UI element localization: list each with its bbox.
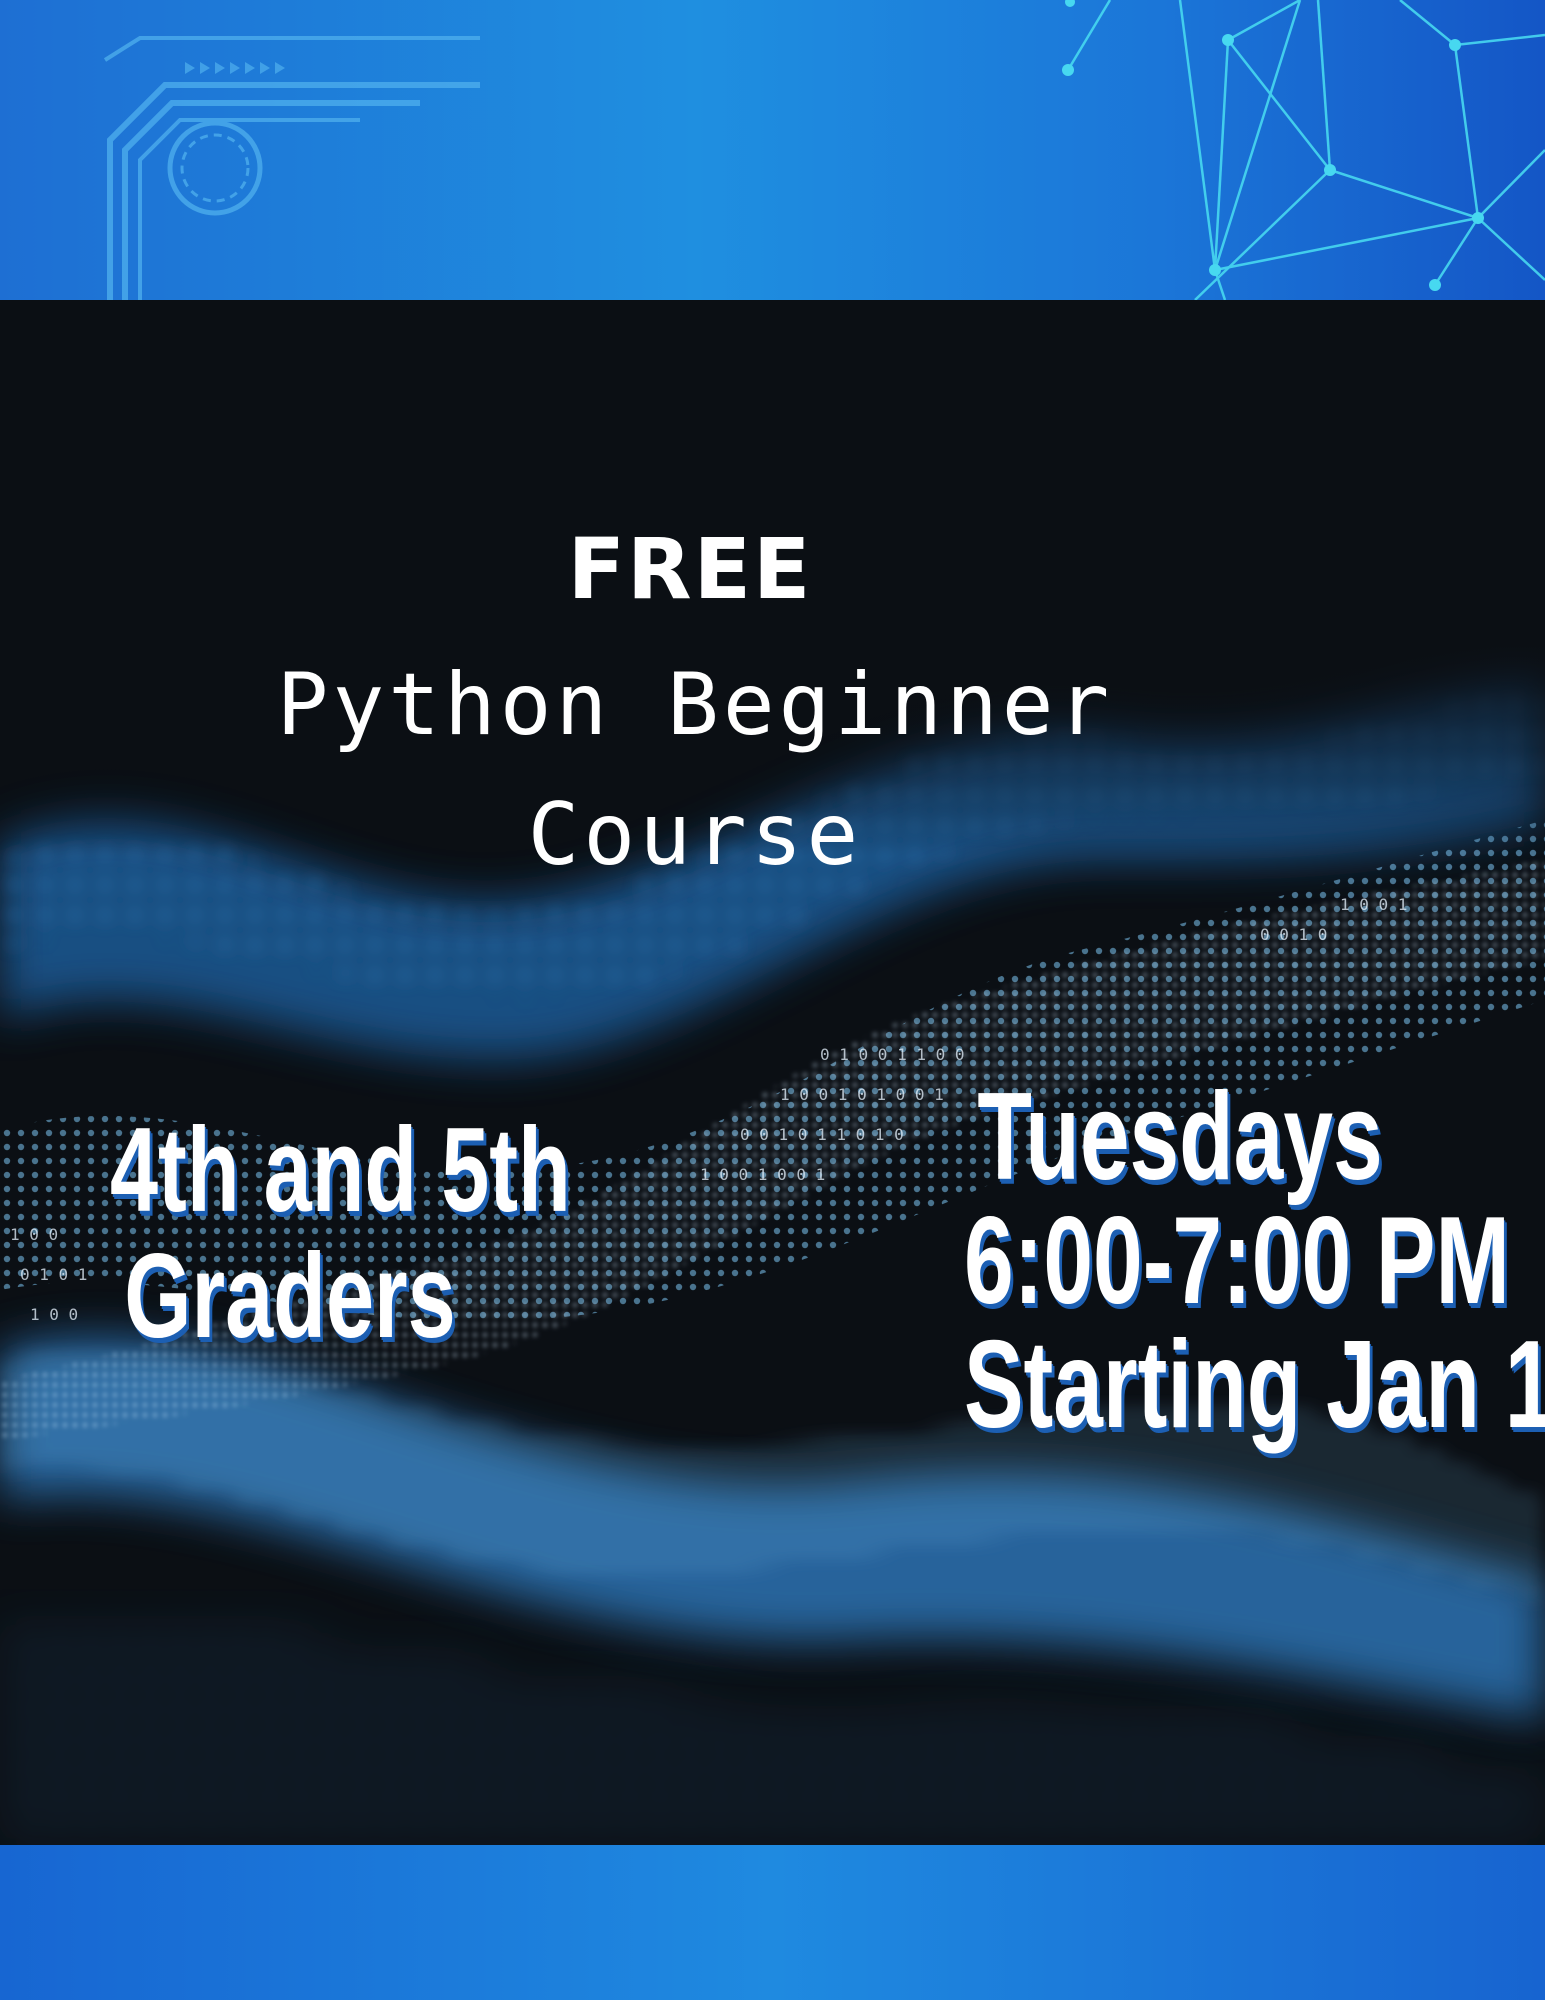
- schedule-start-date: Starting Jan 13: [964, 1316, 1545, 1454]
- free-label: FREE: [567, 520, 813, 618]
- course-title-line-2: Course: [527, 785, 863, 885]
- course-title-line-1: Python Beginner: [276, 655, 1114, 755]
- schedule-day: Tuesdays: [977, 1068, 1383, 1206]
- audience-line-2: Graders: [124, 1229, 456, 1363]
- flyer-page: 0 1 0 0 1 1 0 0 1 0 0 1 0 1 0 0 1 0 0 1 …: [0, 0, 1545, 2000]
- schedule-text: Tuesdays 6:00-7:00 PM Starting Jan 13: [880, 1068, 1545, 1454]
- audience-text: 4th and 5th Graders: [40, 1103, 571, 1363]
- flyer-text: FREE Python Beginner Course 4th and 5th …: [0, 0, 1545, 2000]
- audience-line-1: 4th and 5th: [110, 1103, 571, 1237]
- schedule-time: 6:00-7:00 PM: [964, 1192, 1510, 1330]
